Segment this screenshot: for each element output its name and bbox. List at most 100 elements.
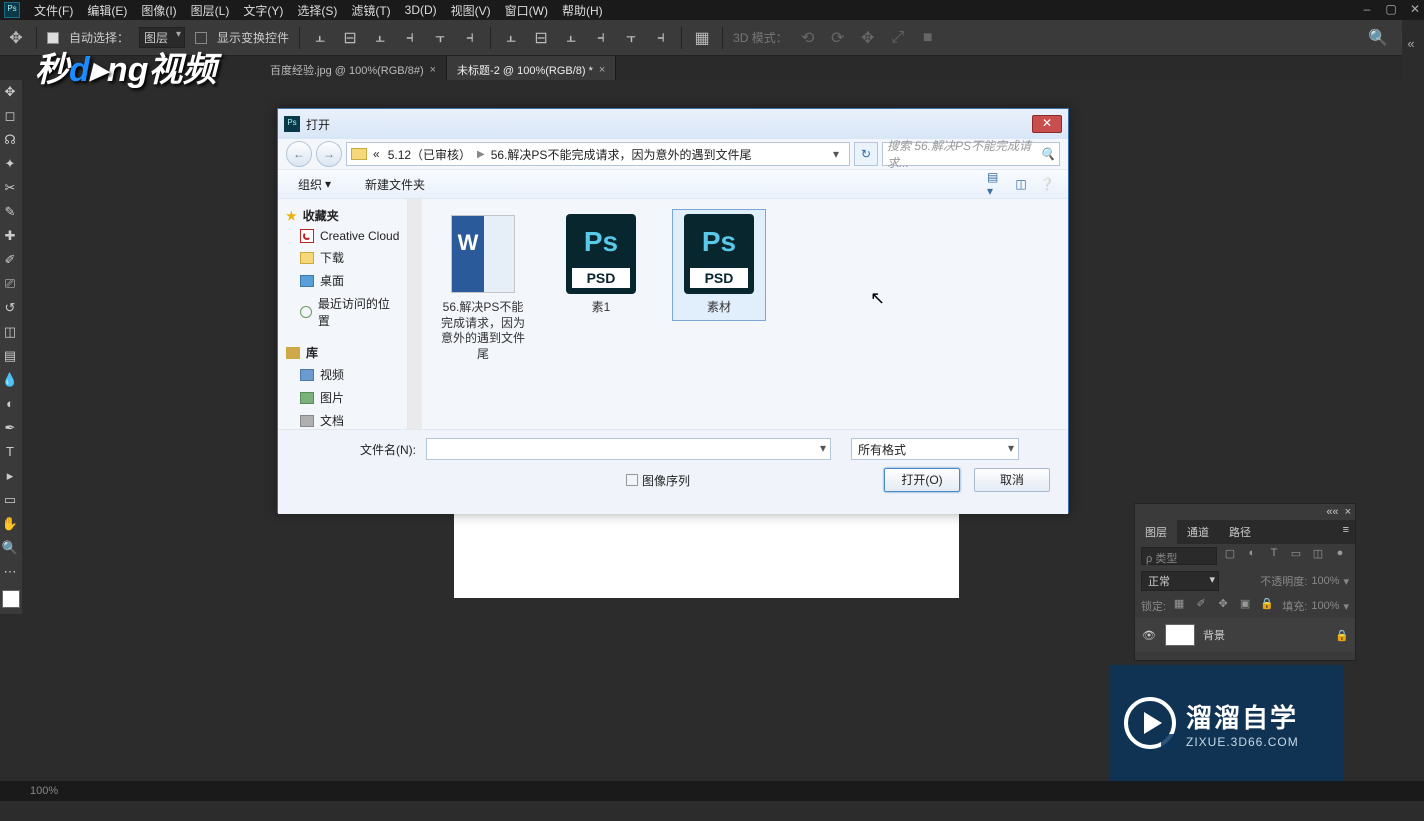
filter-adjust-icon[interactable]: ◐ [1243, 547, 1261, 565]
menu-3d[interactable]: 3D(D) [405, 3, 437, 17]
tab-channels[interactable]: 通道 [1177, 520, 1219, 544]
auto-align-icon[interactable]: ▦ [692, 28, 712, 48]
layer-thumbnail[interactable] [1165, 624, 1195, 646]
window-minimize-icon[interactable]: – [1360, 2, 1374, 16]
panel-menu-icon[interactable]: ≡ [1337, 520, 1355, 544]
align-left-icon[interactable]: ⫞ [400, 28, 420, 48]
path-select-tool-icon[interactable]: ▸ [0, 468, 20, 488]
filter-smart-icon[interactable]: ◫ [1309, 547, 1327, 565]
align-hcenter-icon[interactable]: ⫟ [430, 28, 450, 48]
distribute-bottom-icon[interactable]: ⫠ [561, 28, 581, 48]
refresh-button[interactable]: ↻ [854, 142, 878, 166]
crop-tool-icon[interactable]: ✂ [0, 180, 20, 200]
align-vcenter-icon[interactable]: ⊟ [340, 28, 360, 48]
path-dropdown-icon[interactable]: ▾ [827, 147, 845, 161]
marquee-tool-icon[interactable]: ◻ [0, 108, 20, 128]
search-icon[interactable]: 🔍 [1368, 28, 1388, 48]
window-maximize-icon[interactable]: ▢ [1384, 2, 1398, 16]
menu-window[interactable]: 窗口(W) [505, 2, 548, 19]
path-segment-2[interactable]: 56.解决PS不能完成请求，因为意外的遇到文件尾 [489, 146, 754, 163]
filter-type-icon[interactable]: T [1265, 547, 1283, 565]
window-close-icon[interactable]: ✕ [1408, 2, 1422, 16]
menu-type[interactable]: 文字(Y) [243, 2, 283, 19]
visibility-icon[interactable]: 👁 [1141, 629, 1157, 642]
sidebar-pictures[interactable]: 图片 [278, 386, 407, 409]
panel-collapse-icon[interactable]: « [1402, 36, 1420, 54]
sidebar-downloads[interactable]: 下载 [278, 246, 407, 269]
distribute-left-icon[interactable]: ⫞ [591, 28, 611, 48]
distribute-hcenter-icon[interactable]: ⫟ [621, 28, 641, 48]
file-item-psd-2[interactable]: PsPSD 素材 [672, 209, 766, 321]
dialog-close-button[interactable]: ✕ [1032, 115, 1062, 133]
sidebar-scrollbar[interactable] [408, 199, 422, 429]
file-item-psd-1[interactable]: PsPSD 素1 [554, 209, 648, 321]
dodge-tool-icon[interactable]: ◐ [0, 396, 20, 416]
filename-input[interactable] [426, 438, 831, 460]
path-segment-1[interactable]: 5.12（已审核） [386, 146, 473, 163]
history-brush-tool-icon[interactable]: ↺ [0, 300, 20, 320]
nav-back-button[interactable]: ← [286, 141, 312, 167]
shape-tool-icon[interactable]: ▭ [0, 492, 20, 512]
healing-tool-icon[interactable]: ✚ [0, 228, 20, 248]
cancel-button[interactable]: 取消 [974, 468, 1050, 492]
sidebar-videos[interactable]: 视频 [278, 363, 407, 386]
path-root[interactable]: « [371, 147, 382, 161]
blur-tool-icon[interactable]: 💧 [0, 372, 20, 392]
eraser-tool-icon[interactable]: ◫ [0, 324, 20, 344]
menu-file[interactable]: 文件(F) [34, 2, 73, 19]
hand-tool-icon[interactable]: ✋ [0, 516, 20, 536]
edit-toolbar-icon[interactable]: ⋯ [0, 564, 20, 584]
tab-close-icon[interactable]: × [430, 64, 436, 76]
lock-move-icon[interactable]: ✥ [1214, 597, 1232, 615]
menu-edit[interactable]: 编辑(E) [87, 2, 127, 19]
align-bottom-icon[interactable]: ⫠ [370, 28, 390, 48]
image-sequence-checkbox[interactable] [626, 474, 638, 486]
nav-forward-button[interactable]: → [316, 141, 342, 167]
sidebar-libraries[interactable]: 库 [278, 342, 407, 363]
search-input[interactable]: 搜索 56.解决PS不能完成请求... 🔍 [882, 142, 1060, 166]
menu-select[interactable]: 选择(S) [297, 2, 337, 19]
blend-mode-dropdown[interactable]: 正常▾ [1141, 571, 1219, 591]
menu-layer[interactable]: 图层(L) [191, 2, 230, 19]
view-mode-button[interactable]: ▤ ▾ [986, 175, 1004, 193]
align-right-icon[interactable]: ⫞ [460, 28, 480, 48]
layer-row[interactable]: 👁 背景 🔒 [1135, 618, 1355, 652]
lock-position-icon[interactable]: ✐ [1192, 597, 1210, 615]
pen-tool-icon[interactable]: ✒ [0, 420, 20, 440]
color-swatch[interactable] [2, 590, 20, 608]
lock-all-icon[interactable]: 🔒 [1258, 597, 1276, 615]
move-tool-icon[interactable]: ✥ [0, 84, 20, 104]
filter-shape-icon[interactable]: ▭ [1287, 547, 1305, 565]
file-item-word[interactable]: W 56.解决PS不能完成请求，因为意外的遇到文件尾 [436, 209, 530, 367]
layer-filter-input[interactable]: ρ 类型 [1141, 547, 1217, 565]
panel-collapse-icon[interactable]: «« [1326, 506, 1338, 518]
tab-layers[interactable]: 图层 [1135, 520, 1177, 544]
lasso-tool-icon[interactable]: ☊ [0, 132, 20, 152]
document-canvas[interactable] [454, 510, 959, 598]
sidebar-desktop[interactable]: 桌面 [278, 269, 407, 292]
layer-name[interactable]: 背景 [1203, 627, 1225, 643]
distribute-vcenter-icon[interactable]: ⊟ [531, 28, 551, 48]
dialog-titlebar[interactable]: Ps 打开 ✕ [278, 109, 1068, 139]
fill-value[interactable]: 100% [1311, 600, 1339, 612]
open-button[interactable]: 打开(O) [884, 468, 960, 492]
distribute-right-icon[interactable]: ⫞ [651, 28, 671, 48]
lock-pixels-icon[interactable]: ▦ [1170, 597, 1188, 615]
sidebar-recent[interactable]: 最近访问的位置 [278, 292, 407, 332]
eyedropper-tool-icon[interactable]: ✎ [0, 204, 20, 224]
preview-pane-button[interactable]: ◫ [1012, 175, 1030, 193]
tab-close-icon[interactable]: × [599, 64, 605, 76]
distribute-top-icon[interactable]: ⫠ [501, 28, 521, 48]
zoom-value[interactable]: 100% [30, 785, 58, 797]
sidebar-creative-cloud[interactable]: Creative Cloud [278, 226, 407, 246]
stamp-tool-icon[interactable]: ⎚ [0, 276, 20, 296]
newfolder-button[interactable]: 新建文件夹 [357, 174, 433, 195]
type-tool-icon[interactable]: T [0, 444, 20, 464]
menu-view[interactable]: 视图(V) [451, 2, 491, 19]
file-list[interactable]: W 56.解决PS不能完成请求，因为意外的遇到文件尾 PsPSD 素1 PsPS… [422, 199, 1068, 429]
magic-wand-tool-icon[interactable]: ✦ [0, 156, 20, 176]
zoom-tool-icon[interactable]: 🔍 [0, 540, 20, 560]
opacity-value[interactable]: 100% [1311, 575, 1339, 587]
brush-tool-icon[interactable]: ✐ [0, 252, 20, 272]
filter-toggle-icon[interactable]: ● [1331, 547, 1349, 565]
